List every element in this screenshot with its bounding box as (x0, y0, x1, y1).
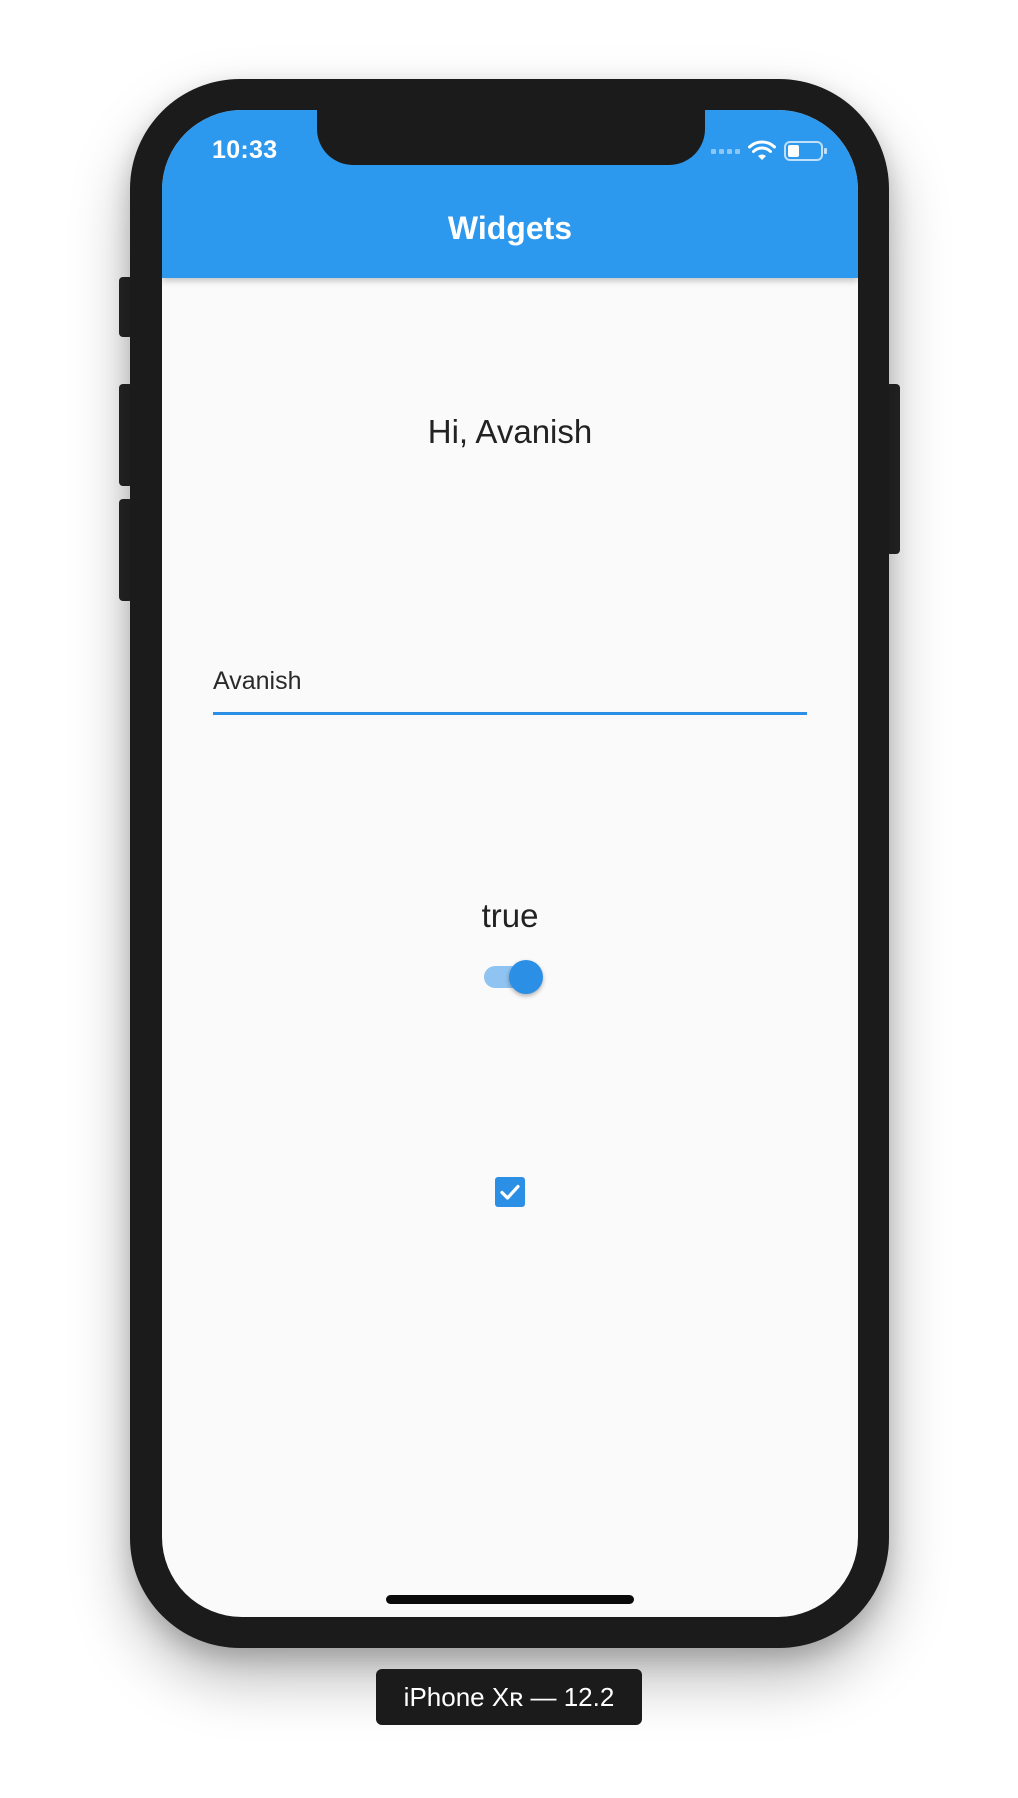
status-time: 10:33 (212, 136, 278, 164)
wifi-icon (748, 140, 776, 160)
notch (317, 110, 705, 165)
checkbox[interactable] (495, 1177, 525, 1207)
switch-thumb (509, 960, 543, 994)
phone-screen: 10:33 Widgets Hi, Avanish tr (162, 110, 858, 1617)
toggle-switch[interactable] (482, 957, 544, 995)
simulator-stage: 10:33 Widgets Hi, Avanish tr (0, 0, 1018, 1798)
greeting-text: Hi, Avanish (427, 413, 593, 450)
switch-state-label: true (481, 897, 539, 934)
home-indicator[interactable] (386, 1595, 634, 1604)
device-label: iPhone Xʀ — 12.2 (376, 1669, 642, 1725)
checkmark-icon (500, 1184, 520, 1200)
app-bar-title: Widgets (447, 210, 573, 246)
signal-icon (711, 148, 740, 154)
status-icons (711, 140, 828, 162)
battery-icon (784, 141, 827, 161)
name-input[interactable] (213, 650, 807, 715)
